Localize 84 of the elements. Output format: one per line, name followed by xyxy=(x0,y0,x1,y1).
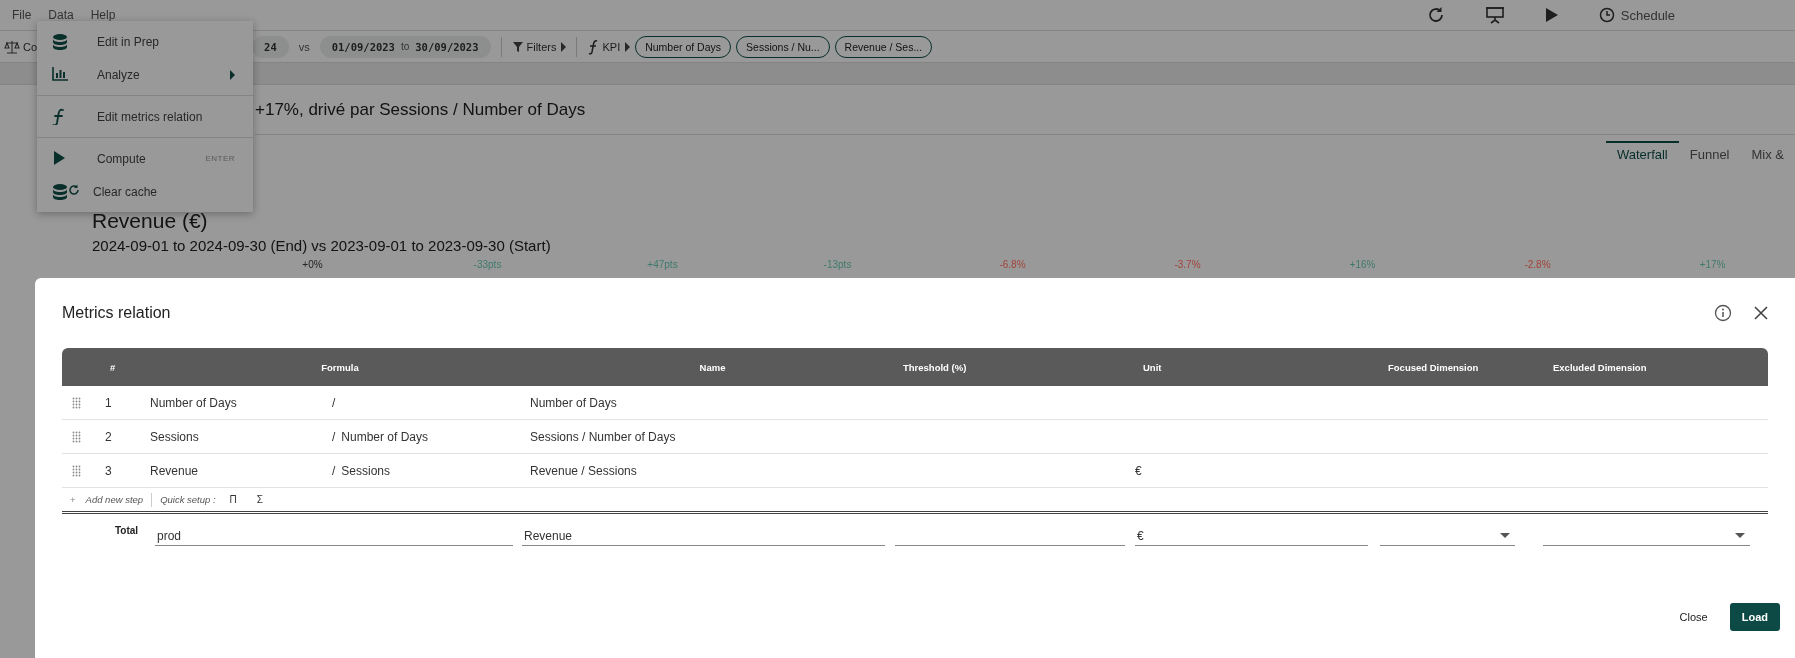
input-field[interactable]: € xyxy=(1135,526,1368,546)
table-cell-text: 1 xyxy=(104,395,113,410)
drag-handle-icon[interactable] xyxy=(72,396,81,409)
menu-item[interactable]: Help xyxy=(90,8,116,22)
date-range-pill[interactable]: 24 xyxy=(252,35,289,58)
table-cell-text: 3 xyxy=(104,463,113,478)
operator-label: / xyxy=(332,463,336,478)
delta-label: +47pts xyxy=(647,259,678,271)
delta-label: -6.8% xyxy=(999,259,1026,271)
dialog-title: Metrics relation xyxy=(62,304,171,322)
column-header: Formula xyxy=(320,361,360,373)
table-cell-text: Number of Days xyxy=(150,395,238,410)
menu-item[interactable]: Edit metrics relation xyxy=(37,100,253,133)
database-icon xyxy=(52,33,69,50)
table-cell-text: Sessions / Number of Days xyxy=(530,429,677,444)
menu-item[interactable]: Edit in Prep xyxy=(37,25,253,58)
table-cell-text: € xyxy=(1135,463,1143,478)
presentation-icon[interactable] xyxy=(1484,6,1505,24)
chart-subtitle: 2024-09-01 to 2024-09-30 (End) vs 2023-09-01 to 2023-09-30 (Start) xyxy=(92,237,552,254)
vs-label: vs xyxy=(298,40,310,53)
input-field[interactable]: prod xyxy=(155,526,513,546)
chart-title: Revenue (€) xyxy=(92,209,209,233)
kpi-button[interactable]: KPI xyxy=(587,38,631,55)
view-tab[interactable]: Funnel xyxy=(1678,141,1741,165)
caret-icon xyxy=(625,41,631,52)
scales-icon xyxy=(4,39,20,54)
operator-label: / xyxy=(332,429,336,444)
view-tab[interactable]: Waterfall xyxy=(1605,141,1679,165)
shortcut-hint: ENTER xyxy=(205,154,235,163)
input-field[interactable]: Revenue xyxy=(522,526,885,546)
table-cell-text: 2 xyxy=(104,429,113,444)
delta-label: -13pts xyxy=(823,259,852,271)
table-cell-text: Sessions xyxy=(150,429,200,444)
quick-setup-label: Quick setup : xyxy=(160,494,216,505)
filters-button[interactable]: Filters xyxy=(511,40,567,53)
drag-handle-icon[interactable] xyxy=(72,464,81,477)
caret-icon xyxy=(230,69,235,80)
table-cell-text: Revenue / Sessions xyxy=(530,463,638,478)
load-button[interactable]: Load xyxy=(1729,603,1780,631)
schedule-button[interactable]: Schedule xyxy=(1598,7,1675,23)
add-step-button[interactable]: + Add new step xyxy=(70,494,144,505)
delta-label: -3.7% xyxy=(1174,259,1201,271)
dropdown-caret-icon xyxy=(1735,533,1745,538)
column-header: Name xyxy=(698,361,727,373)
total-label: Total xyxy=(114,524,140,536)
function-icon xyxy=(587,38,600,55)
drag-handle-icon[interactable] xyxy=(72,430,81,443)
delta-label: +16% xyxy=(1349,259,1376,271)
insight-headline: +17%, drivé par Sessions / Number of Days xyxy=(255,85,1795,135)
caret-icon xyxy=(561,41,567,52)
column-header: Excluded Dimension xyxy=(1552,361,1648,373)
table-cell-text: Revenue xyxy=(150,463,200,478)
close-icon[interactable] xyxy=(1754,306,1768,320)
column-header: Unit xyxy=(1142,361,1163,373)
quick-setup-button[interactable]: Σ xyxy=(250,494,269,505)
info-icon[interactable] xyxy=(1714,304,1732,322)
menu-item[interactable]: Data xyxy=(48,8,74,22)
quick-setup-button[interactable]: Π xyxy=(223,494,243,505)
dropdown-caret-icon xyxy=(1500,533,1510,538)
clock-icon xyxy=(1598,7,1615,23)
filter-icon xyxy=(511,40,524,53)
refresh-icon[interactable] xyxy=(1426,6,1445,24)
play-icon[interactable] xyxy=(1544,7,1559,23)
menu-item[interactable]: Clear cache xyxy=(37,175,253,208)
delta-label: +17% xyxy=(1699,259,1726,271)
view-tab[interactable]: Mix & xyxy=(1740,141,1795,165)
column-header: # xyxy=(109,361,117,373)
table-cell: Sessions xyxy=(341,463,391,478)
delta-label: +0% xyxy=(302,259,323,271)
menu-item[interactable]: Compute ENTER xyxy=(37,142,253,175)
column-header: Threshold (%) xyxy=(902,361,968,373)
table-cell-text: Number of Days xyxy=(530,395,618,410)
menu-item[interactable]: Analyze xyxy=(37,58,253,91)
date-range-pill[interactable]: 01/09/2023 to 30/09/2023 xyxy=(319,35,491,58)
table-cell: Number of Days xyxy=(341,429,429,444)
delta-label: -2.8% xyxy=(1524,259,1551,271)
close-button[interactable]: Close xyxy=(1679,611,1708,623)
database-refresh-icon xyxy=(52,183,80,200)
delta-label: -33pts xyxy=(473,259,502,271)
operator-label: / xyxy=(332,395,336,410)
menu-item[interactable]: File xyxy=(12,8,32,22)
bar-chart-icon xyxy=(52,66,69,83)
column-header: Focused Dimension xyxy=(1387,361,1480,373)
compare-button[interactable]: Co xyxy=(4,39,38,54)
